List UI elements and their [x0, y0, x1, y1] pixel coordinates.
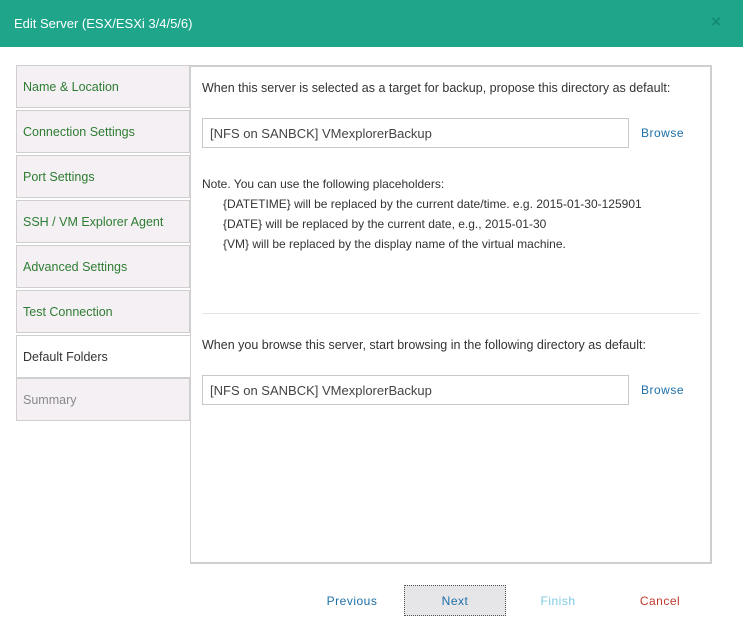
next-button[interactable]: Next: [404, 585, 506, 616]
cancel-button[interactable]: Cancel: [628, 585, 692, 616]
nav-item-advanced-settings[interactable]: Advanced Settings: [16, 245, 191, 288]
backup-dir-input[interactable]: [202, 118, 629, 148]
placeholder-date: {DATE} will be replaced by the current d…: [223, 217, 547, 231]
placeholder-datetime: {DATETIME} will be replaced by the curre…: [223, 197, 642, 211]
nav-item-label: Port Settings: [23, 169, 95, 184]
nav-item-connection-settings[interactable]: Connection Settings: [16, 110, 191, 153]
section-divider: [202, 313, 700, 314]
nav-item-label: Test Connection: [23, 304, 113, 319]
nav-item-name-location[interactable]: Name & Location: [16, 65, 191, 108]
backup-dir-prompt: When this server is selected as a target…: [202, 81, 671, 95]
browse-dir-browse-button[interactable]: Browse: [641, 383, 684, 397]
nav-item-ssh-agent[interactable]: SSH / VM Explorer Agent: [16, 200, 191, 243]
nav-item-test-connection[interactable]: Test Connection: [16, 290, 191, 333]
nav-item-label: Connection Settings: [23, 124, 135, 139]
dialog-titlebar: Edit Server (ESX/ESXi 3/4/5/6) ×: [0, 0, 743, 47]
browse-dir-prompt: When you browse this server, start brows…: [202, 338, 646, 352]
nav-item-label: Name & Location: [23, 79, 119, 94]
default-folders-panel: When this server is selected as a target…: [190, 65, 712, 564]
nav-item-port-settings[interactable]: Port Settings: [16, 155, 191, 198]
browse-dir-input[interactable]: [202, 375, 629, 405]
nav-item-label: Advanced Settings: [23, 259, 128, 274]
previous-button[interactable]: Previous: [318, 585, 386, 616]
finish-button[interactable]: Finish: [526, 585, 590, 616]
nav-item-label: SSH / VM Explorer Agent: [23, 214, 164, 229]
nav-item-label: Summary: [23, 392, 77, 407]
dialog-title: Edit Server (ESX/ESXi 3/4/5/6): [14, 16, 193, 31]
backup-browse-button[interactable]: Browse: [641, 126, 684, 140]
placeholders-note-title: Note. You can use the following placehol…: [202, 177, 445, 191]
close-icon[interactable]: ×: [711, 13, 721, 30]
nav-item-default-folders[interactable]: Default Folders: [16, 335, 192, 378]
nav-item-label: Default Folders: [23, 349, 108, 364]
placeholder-vm: {VM} will be replaced by the display nam…: [223, 237, 566, 251]
nav-item-summary[interactable]: Summary: [16, 378, 191, 421]
